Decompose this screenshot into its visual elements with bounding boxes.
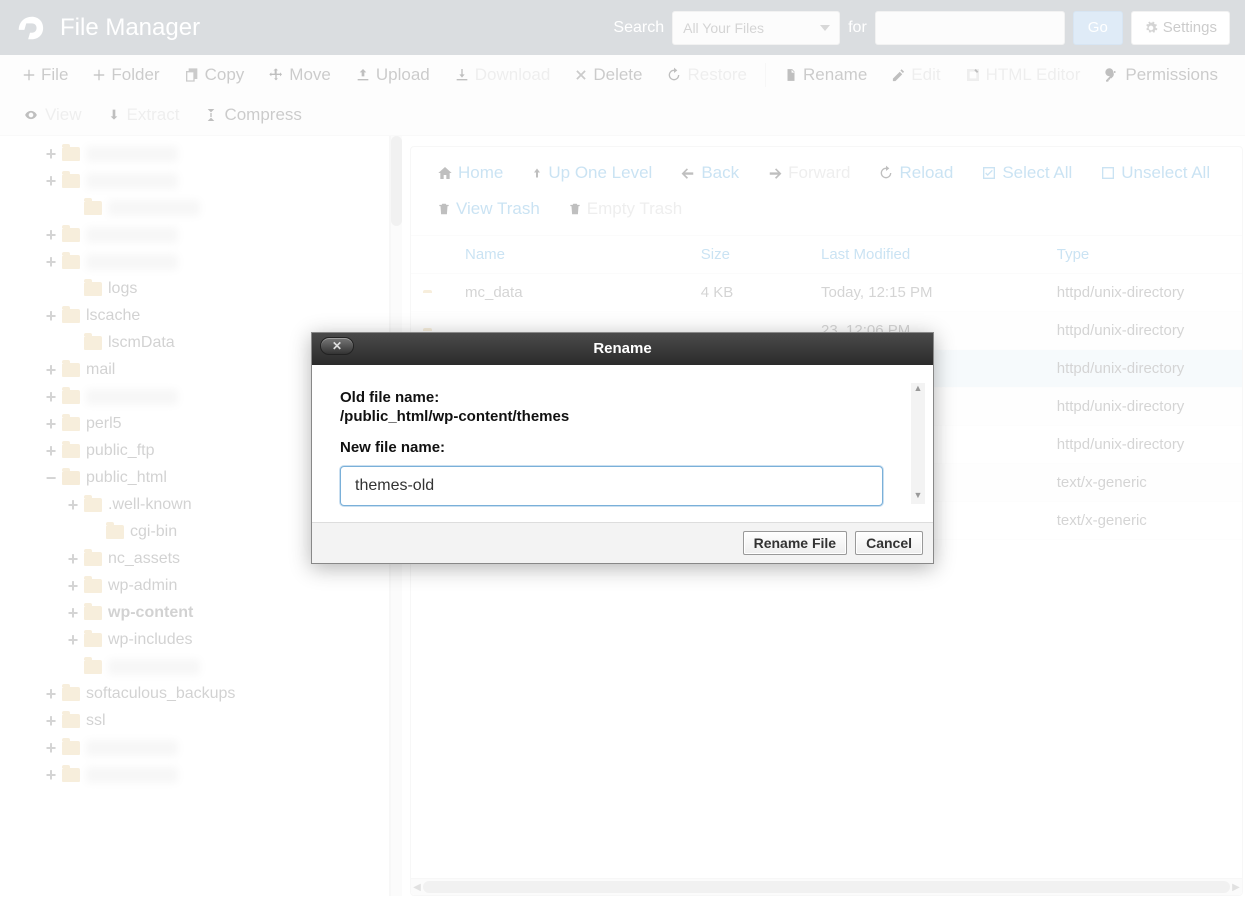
new-filename-input[interactable] bbox=[340, 466, 883, 506]
new-filename-label: New file name: bbox=[340, 439, 905, 456]
old-filename-label: Old file name: bbox=[340, 389, 905, 406]
scroll-up-icon[interactable]: ▲ bbox=[911, 383, 925, 397]
close-icon: ✕ bbox=[332, 330, 342, 362]
cancel-button[interactable]: Cancel bbox=[855, 531, 923, 555]
rename-dialog: ✕ Rename Old file name: /public_html/wp-… bbox=[311, 332, 934, 564]
old-filename-path: /public_html/wp-content/themes bbox=[340, 408, 905, 425]
rename-file-button[interactable]: Rename File bbox=[743, 531, 847, 555]
dialog-title-bar: ✕ Rename bbox=[312, 333, 933, 365]
scroll-down-icon[interactable]: ▼ bbox=[911, 490, 925, 504]
dialog-scrollbar[interactable]: ▲ ▼ bbox=[911, 383, 925, 504]
dialog-title: Rename bbox=[593, 340, 651, 357]
dialog-close-button[interactable]: ✕ bbox=[320, 337, 354, 355]
